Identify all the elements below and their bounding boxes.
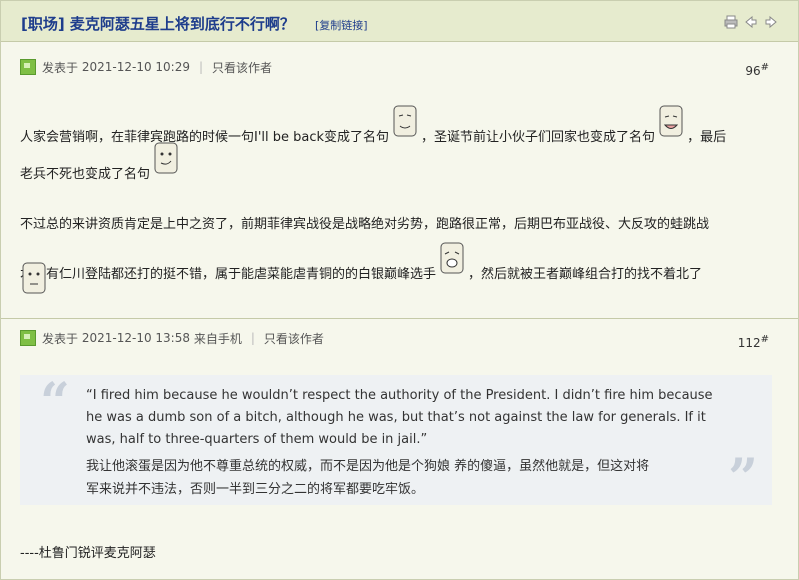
posted-label: 发表于 <box>42 60 79 75</box>
text-segment: ，然后就被王者巅峰组合打的找不着北了 <box>468 267 703 282</box>
thread-title: [职场] 麦克阿瑟五星上将到底行不行啊？ <box>21 15 295 33</box>
pout-emoticon-icon <box>22 262 46 294</box>
next-thread-icon[interactable] <box>764 15 778 29</box>
quote-line: “I fired him because he wouldn’t respect… <box>86 388 713 403</box>
content-line: 人家会营销啊，在菲律宾跑路的时候一句I'll be back变成了名句 ，圣诞节… <box>20 105 727 145</box>
floor-number[interactable]: 112# <box>738 334 769 350</box>
text-segment: 老兵不死也变成了名句 <box>20 167 151 182</box>
quote-line: was, half to three-quarters of them woul… <box>86 432 428 447</box>
floor-number[interactable]: 96# <box>745 62 769 78</box>
post-divider <box>1 318 798 319</box>
separator: | <box>250 331 255 345</box>
only-author-link[interactable]: 只看该作者 <box>212 59 272 76</box>
content-line: 不过总的来讲资质肯定是上中之资了，前期菲律宾战役是战略绝对劣势，跑路很正常，后期… <box>20 213 709 232</box>
post-meta: 发表于 2021-12-10 10:29 | 只看该作者 <box>20 59 272 75</box>
floor-number-value: 96 <box>745 64 761 78</box>
post-meta: 发表于 2021-12-10 13:58 来自手机 | 只看该作者 <box>20 330 324 346</box>
floor-mark: # <box>760 334 769 345</box>
separator: | <box>198 60 204 74</box>
text-segment: 不过总的来讲资质肯定是上中之资了，前期菲律宾战役是战略绝对劣势，跑路很正常，后期… <box>20 217 710 232</box>
thread-tools <box>724 15 778 29</box>
quote-line: 军来说并不违法，否则一半到三分之二的将军都要吃牢饭。 <box>86 482 425 497</box>
floor-mark: # <box>760 62 769 73</box>
quote-block: “ “I fired him because he wouldn’t respe… <box>20 375 772 505</box>
grin-emoticon-icon <box>659 105 683 137</box>
text-segment: ，圣诞节前让小伙子们回家也变成了名句 <box>421 130 656 145</box>
signature-line: ----杜鲁门锐评麦克阿瑟 <box>20 546 156 561</box>
online-status-icon <box>20 59 36 75</box>
smug-emoticon-icon <box>154 142 178 174</box>
smile-emoticon-icon <box>393 105 417 137</box>
floor-number-value: 112 <box>737 336 761 350</box>
online-status-icon <box>20 330 36 346</box>
text-segment: ，最后 <box>687 130 727 145</box>
previous-thread-icon[interactable] <box>744 15 758 29</box>
laugh-emoticon-icon <box>440 242 464 274</box>
thread-header: [职场] 麦克阿瑟五星上将到底行不行啊？ [复制链接] <box>1 1 798 42</box>
post-source: 来自手机 <box>193 331 242 346</box>
print-icon[interactable] <box>724 15 738 29</box>
quote-line: 我让他滚蛋是因为他不尊重总统的权威，而不是因为他是个狗娘 养的傻逼，虽然他就是，… <box>86 459 650 474</box>
quote-line: he was a dumb son of a bitch, although h… <box>86 410 706 425</box>
text-segment: 人家会营销啊，在菲律宾跑路的时候一句I'll be back变成了名句 <box>20 130 390 145</box>
content-line: 术还有仁川登陆都还打的挺不错，属于能虐菜能虐青铜的的白银巅峰选手 ，然后就被王者… <box>20 242 703 282</box>
content-line <box>20 262 50 302</box>
text-segment: 术还有仁川登陆都还打的挺不错，属于能虐菜能虐青铜的的白银巅峰选手 <box>20 267 437 282</box>
content-line: 老兵不死也变成了名句 <box>20 142 182 182</box>
post-time: 2021-12-10 13:58 <box>81 331 190 345</box>
close-quote-icon: ” <box>728 448 758 509</box>
open-quote-icon: “ <box>40 372 70 433</box>
copy-link-button[interactable]: [复制链接] <box>315 17 368 33</box>
posted-label: 发表于 <box>42 331 79 346</box>
only-author-link[interactable]: 只看该作者 <box>264 330 324 347</box>
post-time: 2021-12-10 10:29 <box>81 60 190 74</box>
